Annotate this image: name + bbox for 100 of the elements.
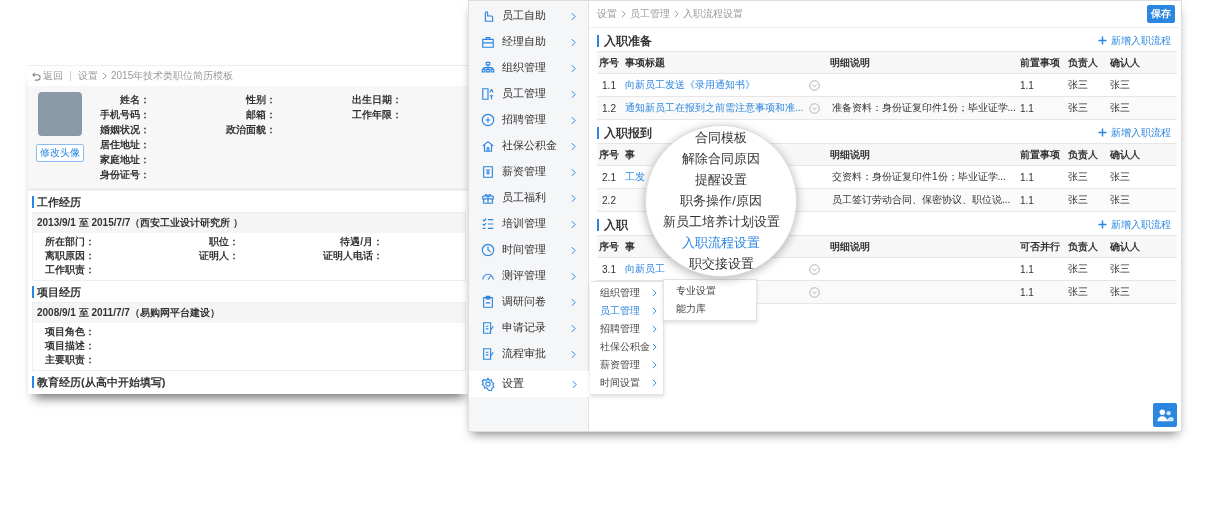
column-header: 明细说明 [830, 240, 870, 252]
plus-icon [1098, 220, 1107, 229]
sidebar-item[interactable]: 培训管理 [469, 211, 588, 237]
sidebar-item[interactable]: 流程审批 [469, 341, 588, 367]
house-icon [481, 139, 495, 153]
edit-document-icon [481, 321, 495, 335]
checklist-icon [481, 217, 495, 231]
section-title: 入职报到 [597, 126, 652, 139]
chevron-right-icon [571, 115, 576, 125]
column-header: 事项标题 [625, 56, 665, 68]
sidebar-item[interactable]: 薪资管理 [469, 159, 588, 185]
add-flow-link[interactable]: 新增入职流程 [1098, 217, 1171, 232]
item-title-link[interactable]: 工发 [625, 170, 645, 184]
chevron-right-icon [571, 245, 576, 255]
table-cell: 张三 [1110, 263, 1130, 274]
people-icon[interactable] [1153, 403, 1177, 427]
add-flow-link[interactable]: 新增入职流程 [1098, 125, 1171, 140]
column-header: 可否并行 [1020, 240, 1060, 252]
column-header: 序号 [599, 148, 619, 160]
table-cell: 张三 [1110, 79, 1130, 90]
item-title-link[interactable]: 向新员工 [625, 262, 665, 276]
submenu-item[interactable]: 社保公积金 [590, 338, 663, 356]
column-header: 确认人 [1110, 240, 1140, 252]
chevron-right-icon [571, 349, 576, 359]
submenu-item[interactable]: 组织管理 [590, 284, 663, 302]
submenu-item[interactable]: 招聘管理 [590, 320, 663, 338]
table-cell: 1.2 [602, 102, 616, 114]
edit-document-icon [481, 347, 495, 361]
back-arrow-icon [32, 71, 41, 81]
submenu-item[interactable]: 专业设置 [664, 282, 756, 300]
menu-item[interactable]: 合同模板 [695, 127, 747, 149]
add-flow-link[interactable]: 新增入职流程 [1098, 33, 1171, 48]
column-header: 前置事项 [1020, 148, 1060, 160]
dropdown-circle-icon[interactable] [809, 79, 820, 91]
dropdown-circle-icon[interactable] [809, 102, 820, 114]
dropdown-circle-icon[interactable] [809, 263, 820, 275]
sidebar-item[interactable]: 招聘管理 [469, 107, 588, 133]
sidebar-item[interactable]: 测评管理 [469, 263, 588, 289]
photo-placeholder [38, 92, 82, 136]
column-header: 事 [625, 240, 635, 252]
sidebar-item[interactable]: 社保公积金 [469, 133, 588, 159]
field-label: 离职原因： [44, 249, 95, 263]
gift-icon [481, 191, 495, 205]
sidebar-item[interactable]: 时间管理 [469, 237, 588, 263]
item-title-link[interactable]: 向新员工发送《录用通知书》 [625, 78, 755, 92]
sidebar-item[interactable]: 经理自助 [469, 29, 588, 55]
clipboard-icon [481, 295, 495, 309]
menu-item[interactable]: 职交接设置 [688, 253, 754, 275]
table-cell: 1.1 [1020, 102, 1034, 114]
submenu-item[interactable]: 能力库 [664, 300, 756, 318]
table-cell: 张三 [1068, 194, 1088, 205]
sidebar-item[interactable]: 组织管理 [469, 55, 588, 81]
sidebar-item[interactable]: 调研问卷 [469, 289, 588, 315]
person-card-icon [481, 87, 495, 101]
section-title: 入职 [597, 218, 628, 231]
menu-item[interactable]: 入职流程设置 [682, 232, 760, 254]
column-header: 事 [625, 148, 635, 160]
chevron-right-icon [571, 271, 576, 281]
chevron-right-icon [652, 379, 657, 387]
table-cell: 张三 [1068, 263, 1088, 274]
sidebar-item[interactable]: 申请记录 [469, 315, 588, 341]
menu-item[interactable]: 新员工培养计划设置 [662, 211, 780, 233]
sidebar-item[interactable]: 设置 [469, 371, 589, 397]
chevron-right-icon [621, 10, 626, 18]
field-label: 邮箱： [245, 108, 276, 122]
menu-item[interactable]: 提醒设置 [695, 169, 747, 191]
field-label: 证明人电话： [322, 249, 383, 263]
field-label: 姓名： [119, 93, 150, 107]
table-cell: 交资料：身份证复印件1份；毕业证学... [832, 171, 1006, 182]
menu-item[interactable]: 解除合同原因 [682, 148, 760, 170]
submenu-item[interactable]: 薪资管理 [590, 356, 663, 374]
plus-icon [1098, 36, 1107, 45]
breadcrumb-item: 入职流程设置 [683, 7, 743, 21]
table-cell: 3.1 [602, 263, 616, 275]
field-label: 出生日期： [351, 93, 402, 107]
chevron-right-icon [652, 361, 657, 369]
submenu-item[interactable]: 员工管理 [590, 302, 663, 320]
chevron-right-icon [571, 63, 576, 73]
bill-icon [481, 165, 495, 179]
section-title: 入职准备 [597, 34, 652, 47]
field-label: 项目描述： [44, 339, 95, 353]
column-header: 前置事项 [1020, 56, 1060, 68]
column-header: 序号 [599, 56, 619, 68]
clock-icon [481, 243, 495, 257]
field-label: 项目角色： [44, 325, 95, 339]
sidebar-item[interactable]: 员工福利 [469, 185, 588, 211]
column-header: 负责人 [1068, 240, 1098, 252]
save-button[interactable]: 保存 [1147, 5, 1175, 23]
field-label: 所在部门： [44, 235, 95, 249]
sidebar-item[interactable]: 员工管理 [469, 81, 588, 107]
sidebar-item[interactable]: 员工自助 [469, 3, 588, 29]
submenu-item[interactable]: 时间设置 [590, 374, 663, 392]
column-header: 明细说明 [830, 56, 870, 68]
menu-item[interactable]: 职务操作/原因 [680, 190, 762, 212]
chevron-right-icon [571, 193, 576, 203]
change-photo-button[interactable]: 修改头像 [36, 144, 84, 162]
entry-header: 2008/9/1 至 2011/7/7（易购网平台建设） [33, 303, 465, 323]
item-title-link[interactable]: 通知新员工在报到之前需注意事项和准... [625, 101, 804, 115]
plus-icon [1098, 128, 1107, 137]
dropdown-circle-icon[interactable] [809, 286, 820, 298]
